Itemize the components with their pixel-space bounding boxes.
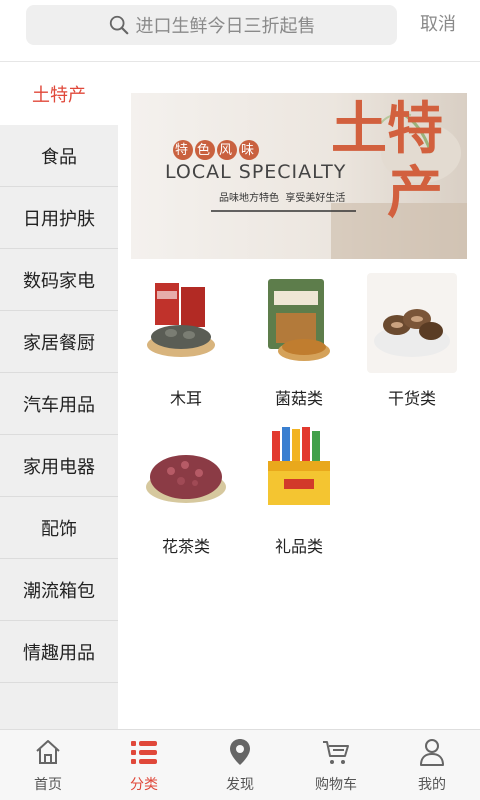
gift-box-icon [268, 427, 330, 505]
product-item[interactable]: 木耳 [136, 273, 236, 409]
category-banner[interactable]: 特色风味 LOCAL SPECIALTY 品味地方特色 享受美好生活 土特产 [131, 93, 467, 259]
tab-label: 购物车 [315, 777, 357, 793]
product-name: 菌菇类 [274, 389, 323, 408]
user-icon [420, 739, 444, 766]
banner-tag: 特色风味 [175, 143, 264, 158]
search-icon [109, 15, 128, 35]
tab-mine[interactable]: 我的 [384, 730, 480, 800]
tab-home[interactable]: 首页 [0, 730, 96, 800]
cancel-button[interactable]: 取消 [420, 10, 456, 36]
mushroom-bag-icon [268, 279, 330, 361]
product-item[interactable]: 干货类 [362, 273, 462, 409]
sidebar-item-adult[interactable]: 情趣用品 [0, 621, 118, 683]
header: 进口生鲜今日三折起售 取消 [0, 0, 480, 62]
search-placeholder: 进口生鲜今日三折起售 [135, 16, 316, 37]
sidebar-item-auto[interactable]: 汽车用品 [0, 373, 118, 435]
tab-discover[interactable]: 发现 [192, 730, 288, 800]
sidebar-item-digital[interactable]: 数码家电 [0, 249, 118, 311]
product-item[interactable]: 花茶类 [136, 421, 236, 557]
category-icon [131, 741, 157, 764]
shiitake-bowl-icon [367, 273, 457, 373]
tab-label: 我的 [418, 777, 446, 793]
bottom-tab-bar: 首页 分类 发现 购物车 我的 [0, 729, 480, 800]
product-item[interactable]: 礼品类 [249, 421, 349, 557]
location-pin-icon [230, 739, 250, 765]
search-input[interactable]: 进口生鲜今日三折起售 [26, 5, 397, 45]
product-item[interactable]: 菌菇类 [249, 273, 349, 409]
product-name: 花茶类 [161, 537, 210, 556]
sidebar-item-local-specialty[interactable]: 土特产 [0, 63, 118, 125]
cart-icon [323, 741, 349, 764]
tab-category[interactable]: 分类 [96, 730, 192, 800]
home-icon [36, 740, 60, 764]
rose-tea-icon [146, 455, 226, 503]
banner-title-cn: 土特产 [331, 96, 443, 226]
category-content: 特色风味 LOCAL SPECIALTY 品味地方特色 享受美好生活 土特产 木… [118, 63, 480, 729]
product-name: 礼品类 [274, 537, 323, 556]
product-name: 木耳 [169, 389, 202, 408]
sidebar-item-appliances[interactable]: 家用电器 [0, 435, 118, 497]
tab-label: 首页 [34, 777, 62, 793]
tab-label: 分类 [130, 777, 158, 793]
tab-label: 发现 [226, 777, 254, 793]
sidebar-item-food[interactable]: 食品 [0, 125, 118, 187]
tea-can-icon [147, 283, 215, 357]
tab-cart[interactable]: 购物车 [288, 730, 384, 800]
sidebar-item-bags[interactable]: 潮流箱包 [0, 559, 118, 621]
sidebar-item-home-kitchen[interactable]: 家居餐厨 [0, 311, 118, 373]
product-name: 干货类 [387, 389, 436, 408]
sidebar-item-skincare[interactable]: 日用护肤 [0, 187, 118, 249]
category-sidebar: 土特产 食品 日用护肤 数码家电 家居餐厨 汽车用品 家用电器 配饰 潮流箱包 … [0, 63, 118, 729]
sidebar-item-accessories[interactable]: 配饰 [0, 497, 118, 559]
